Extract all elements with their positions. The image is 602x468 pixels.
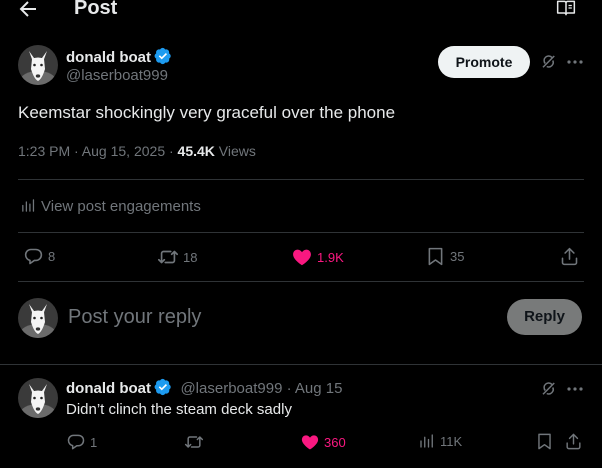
author-name-row[interactable]: donald boat: [66, 47, 172, 67]
repost-count: 18: [183, 249, 198, 265]
like-action[interactable]: 1.9K: [291, 246, 344, 268]
reply-text: Didn’t clinch the steam deck sadly: [66, 401, 292, 418]
top-bar: Post: [0, 0, 602, 22]
repost-icon: [184, 432, 204, 452]
heart-icon: [291, 246, 313, 268]
like-count: 1.9K: [317, 249, 344, 265]
repost-icon: [157, 246, 179, 268]
reply-meta[interactable]: @laserboat999 · Aug 15: [180, 380, 342, 397]
post-timestamp[interactable]: 1:23 PM · Aug 15, 2025 ·: [18, 143, 178, 159]
promote-button[interactable]: Promote: [438, 46, 530, 78]
author-handle[interactable]: @laserboat999: [66, 67, 168, 85]
author-avatar[interactable]: [18, 45, 58, 85]
reply-bubble-icon: [66, 432, 86, 452]
bookmark-action[interactable]: 35: [425, 246, 464, 267]
reply-count: 8: [48, 249, 56, 264]
grok-icon[interactable]: [540, 53, 558, 71]
reply-action[interactable]: 8: [23, 246, 55, 267]
reply-reply-count: 1: [90, 434, 98, 450]
divider: [18, 179, 584, 180]
reply-header: donald boat @laserboat999 · Aug 15: [66, 378, 342, 398]
more-options-icon[interactable]: [565, 379, 585, 399]
repost-action[interactable]: 18: [157, 246, 197, 268]
back-arrow-icon[interactable]: [16, 0, 40, 21]
post-text: Keemstar shockingly very graceful over t…: [18, 103, 396, 122]
analytics-icon: [20, 197, 37, 214]
reply-input[interactable]: Post your reply: [68, 305, 201, 329]
page-title: Post: [74, 0, 118, 19]
reply-repost-action[interactable]: [184, 432, 208, 452]
reader-mode-icon[interactable]: [556, 0, 576, 18]
views-count: 45.4K: [177, 143, 215, 159]
author-name[interactable]: donald boat: [66, 49, 151, 66]
divider: [18, 232, 584, 233]
views-label: Views: [214, 143, 256, 159]
divider: [18, 281, 584, 282]
bookmark-count: 35: [450, 249, 465, 264]
verified-badge-icon: [154, 378, 172, 396]
divider: [0, 364, 602, 365]
share-action[interactable]: [559, 246, 584, 267]
reply-share-action[interactable]: [564, 432, 587, 451]
reply-reply-action[interactable]: 1: [66, 432, 97, 452]
bookmark-icon: [425, 246, 446, 267]
post-meta: 1:23 PM · Aug 15, 2025 · 45.4K Views: [18, 142, 256, 160]
share-icon: [564, 432, 583, 451]
reply-bubble-icon: [23, 246, 44, 267]
reply-author-name[interactable]: donald boat: [66, 380, 151, 397]
grok-icon[interactable]: [540, 380, 558, 398]
share-icon: [559, 246, 580, 267]
reply-views-count: 11K: [440, 433, 463, 449]
reply-button[interactable]: Reply: [507, 299, 582, 335]
analytics-icon: [418, 432, 436, 450]
reply-author-avatar[interactable]: [18, 378, 58, 418]
reply-bookmark-action[interactable]: [535, 432, 558, 451]
reply-like-action[interactable]: 360: [300, 432, 346, 452]
heart-icon: [300, 432, 320, 452]
view-engagements-link[interactable]: View post engagements: [20, 197, 201, 216]
engagements-label[interactable]: View post engagements: [41, 198, 201, 215]
verified-badge-icon: [154, 47, 172, 65]
bookmark-icon: [535, 432, 554, 451]
reply-views-action[interactable]: 11K: [418, 432, 462, 450]
reply-like-count: 360: [324, 434, 346, 450]
more-options-icon[interactable]: [565, 52, 585, 72]
composer-avatar[interactable]: [18, 298, 58, 338]
